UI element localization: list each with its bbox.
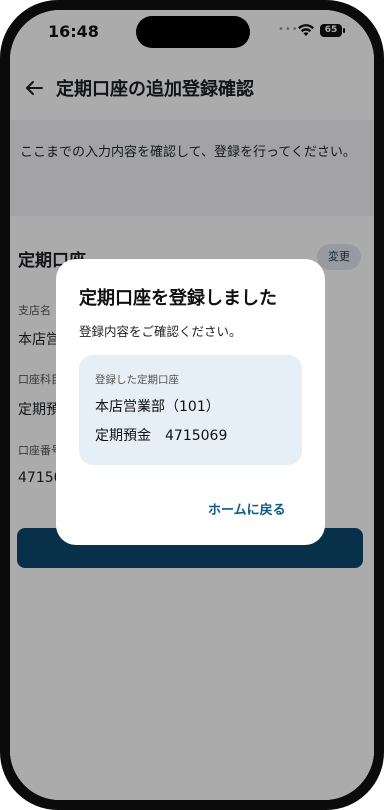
back-to-home-button[interactable]: ホームに戻る [208, 499, 286, 518]
registered-account-line: 定期預金 4715069 [95, 425, 227, 445]
phone-frame: 16:48 ••• 65 定期口座の追加登録確認 ここまでの入力内容を確認して、… [0, 0, 384, 810]
registered-account-label: 登録した定期口座 [95, 374, 179, 386]
success-dialog: 定期口座を登録しました 登録内容をご確認ください。 登録した定期口座 本店営業部… [56, 259, 325, 545]
registered-branch: 本店営業部（101） [95, 399, 220, 415]
registered-account-type: 定期預金 [95, 428, 151, 444]
dialog-subtitle: 登録内容をご確認ください。 [79, 324, 242, 339]
registered-account-number: 4715069 [165, 428, 228, 444]
registered-account-box: 登録した定期口座 本店営業部（101） 定期預金 4715069 [79, 355, 302, 465]
screen: 16:48 ••• 65 定期口座の追加登録確認 ここまでの入力内容を確認して、… [10, 10, 374, 800]
dialog-title: 定期口座を登録しました [79, 288, 277, 309]
